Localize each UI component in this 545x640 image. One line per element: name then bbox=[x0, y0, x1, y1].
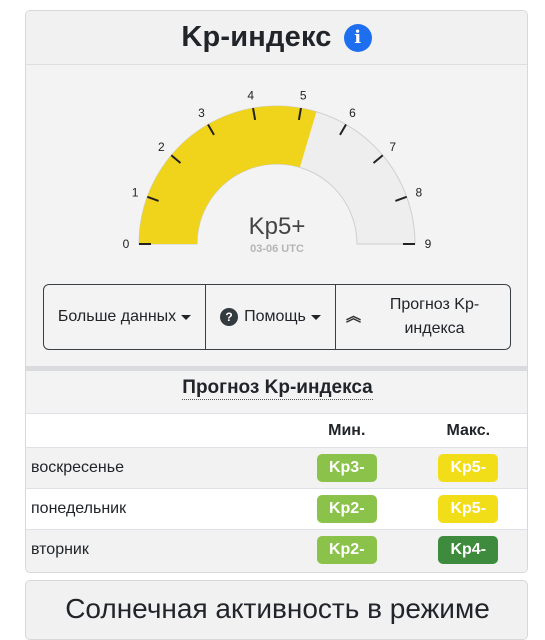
row-day: понедельник bbox=[26, 488, 286, 530]
page-title: Kp-индекс bbox=[181, 21, 332, 53]
solar-activity-card: Солнечная активность в режиме bbox=[25, 580, 528, 640]
gauge-value: Kp5+ bbox=[249, 213, 306, 240]
card-header: Kp-индекс i bbox=[26, 11, 527, 65]
column-header-day bbox=[26, 413, 286, 448]
more-data-button[interactable]: Больше данных bbox=[44, 285, 205, 349]
table-row: вторник Kp2- Kp4- bbox=[26, 529, 527, 571]
kp-max-badge: Kp5- bbox=[438, 454, 499, 482]
gauge-tick-label: 9 bbox=[425, 237, 432, 251]
kp-forecast-label: Прогноз Kp-индекса bbox=[389, 296, 480, 337]
table-row: понедельник Kp2- Kp5- bbox=[26, 488, 527, 530]
gauge-tick-label: 5 bbox=[300, 88, 307, 102]
help-button[interactable]: ? Помощь bbox=[205, 285, 335, 349]
column-header-max: Макс. bbox=[407, 413, 527, 448]
kp-forecast-button[interactable]: ︽ Прогноз Kp-индекса bbox=[335, 285, 510, 349]
gauge-tick-label: 7 bbox=[389, 140, 396, 154]
kp-min-badge: Kp2- bbox=[316, 536, 377, 565]
divider bbox=[26, 366, 527, 371]
kp-gauge: 0 1 2 3 4 5 6 7 8 9 Kp5+ 03-06 UTC bbox=[123, 88, 432, 255]
gauge-tick-label: 8 bbox=[416, 185, 423, 199]
gauge-time-label: 03-06 UTC bbox=[250, 243, 304, 255]
kp-min-badge: Kp3- bbox=[316, 454, 377, 482]
forecast-title[interactable]: Прогноз Kp-индекса bbox=[26, 377, 527, 400]
kp-max-badge: Kp5- bbox=[438, 495, 499, 523]
help-label: Помощь bbox=[244, 308, 306, 325]
row-day: вторник bbox=[26, 529, 286, 571]
action-button-group: Больше данных ? Помощь ︽ Прогноз Kp-инде… bbox=[43, 284, 511, 350]
info-icon[interactable]: i bbox=[343, 23, 372, 52]
gauge-tick-label: 2 bbox=[158, 140, 165, 154]
kp-index-card: Kp-индекс i 0 1 2 3 4 5 6 7 8 9 Kp5+ 03-06 UTC Боль… bbox=[25, 10, 528, 573]
forecast-table: Мин. Макс. воскресенье Kp3- Kp5- понедел… bbox=[26, 413, 527, 571]
table-header-row: Мин. Макс. bbox=[26, 413, 527, 448]
gauge-tick-label: 0 bbox=[123, 237, 130, 251]
table-row: воскресенье Kp3- Kp5- bbox=[26, 447, 527, 489]
caret-down-icon bbox=[310, 314, 321, 320]
solar-activity-title: Солнечная активность в режиме bbox=[65, 593, 490, 624]
gauge-tick-label: 1 bbox=[132, 185, 139, 199]
gauge-tick-label: 3 bbox=[198, 106, 205, 120]
row-day: воскресенье bbox=[26, 447, 286, 489]
gauge-tick-label: 4 bbox=[247, 88, 254, 102]
double-chevron-up-icon: ︽ bbox=[346, 308, 362, 325]
kp-max-badge: Kp4- bbox=[438, 536, 499, 565]
more-data-label: Больше данных bbox=[57, 308, 177, 325]
forecast-title-text[interactable]: Прогноз Kp-индекса bbox=[182, 377, 373, 400]
kp-min-badge: Kp2- bbox=[316, 495, 377, 523]
question-circle-icon: ? bbox=[220, 308, 239, 326]
caret-down-icon bbox=[181, 314, 192, 320]
column-header-min: Мин. bbox=[286, 413, 408, 448]
gauge-tick-label: 6 bbox=[349, 106, 356, 120]
